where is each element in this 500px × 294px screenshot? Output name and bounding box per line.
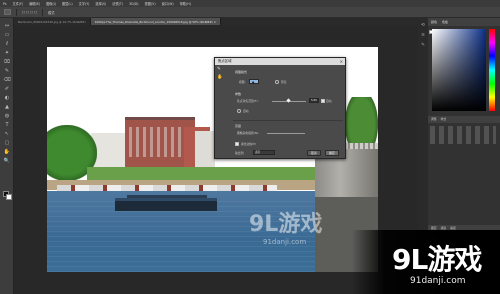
move-tool-icon[interactable]: ↔: [3, 22, 11, 29]
options-divider: [16, 8, 17, 16]
dialog-tool-strip: ✎ ✋: [216, 66, 226, 96]
color-panel-header: 颜色 色板: [428, 18, 500, 26]
dialog-close-icon[interactable]: ×: [340, 58, 343, 65]
focus-range-auto-checkbox[interactable]: [321, 99, 325, 103]
menu-item-help[interactable]: 帮助(H): [180, 1, 191, 6]
color-picker-field[interactable]: [432, 29, 486, 111]
menu-item-layer[interactable]: 图层(L): [62, 1, 73, 6]
soften-edge-label: 柔化边缘(E): [241, 142, 257, 146]
view-thumbnail-select[interactable]: ●: [249, 79, 259, 84]
eyedropper-tool-icon[interactable]: ✎: [3, 67, 11, 74]
focus-range-label: 焦点对焦范围(F):: [237, 99, 259, 103]
mode-label: 模式: [48, 10, 55, 15]
focus-range-auto-label: 自动: [326, 99, 332, 103]
menu-item-file[interactable]: 文件(F): [13, 1, 24, 6]
quick-select-tool-icon[interactable]: ✦: [3, 49, 11, 56]
menu-bar: Ps 文件(F) 编辑(E) 图像(I) 图层(L) 文字(Y) 选择(S) 滤…: [0, 0, 500, 7]
watermark-logo: 9L游戏: [392, 243, 482, 276]
view-label: 视图:: [239, 80, 246, 84]
menu-item-type[interactable]: 文字(Y): [79, 1, 90, 6]
adjustments-panel-header: 调整 样式: [428, 116, 500, 123]
brush-tool-icon[interactable]: ✐: [3, 85, 11, 92]
swatches-tab[interactable]: 色板: [442, 20, 448, 24]
menu-item-image[interactable]: 图像(I): [46, 1, 56, 6]
image-lawn: [87, 167, 327, 181]
dialog-title: 焦点区域: [215, 58, 345, 65]
menu-item-window[interactable]: 窗口(W): [162, 1, 174, 6]
properties-icon[interactable]: ≡: [419, 32, 427, 39]
menu-item-filter[interactable]: 滤镜(T): [112, 1, 123, 6]
document-tab-active[interactable]: 1000px-The_Thames_Riverside_Richmond_Lon…: [90, 18, 222, 25]
background-color-swatch[interactable]: [6, 194, 12, 200]
noise-auto-label: 自动: [243, 109, 249, 113]
ok-button[interactable]: 确定: [325, 150, 339, 156]
document-tab[interactable]: Bambuzul_80609104346.jpg @ 16.7% (RGB/8#…: [14, 18, 91, 25]
brush-panel-icon[interactable]: ✎: [419, 42, 427, 49]
color-tab[interactable]: 颜色: [431, 20, 437, 24]
menu-item-app[interactable]: Ps: [3, 2, 7, 6]
zoom-tool-icon[interactable]: 🔍: [3, 157, 11, 164]
view-mode-label: 视图模式: [235, 70, 248, 74]
dodge-tool-icon[interactable]: ◐: [3, 94, 11, 101]
tab-styles[interactable]: 样式: [441, 116, 447, 123]
menu-item-3d[interactable]: 3D(D): [129, 2, 138, 6]
healing-tool-icon[interactable]: ⌫: [3, 76, 11, 83]
noise-auto-checkbox[interactable]: [237, 109, 241, 113]
advanced-label: 高级: [235, 124, 242, 128]
preview-label: 预览: [281, 80, 287, 84]
soften-edge-checkbox[interactable]: [235, 142, 239, 146]
watermark-center-logo: 9L游戏: [249, 212, 323, 237]
focus-range-field[interactable]: 5.80: [309, 98, 319, 103]
sharpen-tool-icon[interactable]: ▲: [3, 103, 11, 110]
focus-area-dialog: 焦点区域 × ✎ ✋ 视图模式 视图: ● 预览 参数 焦点对焦范围(F): 5…: [214, 57, 346, 159]
hand-tool-icon[interactable]: ✋: [3, 148, 11, 155]
hand-icon[interactable]: ✋: [217, 75, 224, 81]
lasso-tool-icon[interactable]: ℓ: [3, 40, 11, 47]
options-divider: [42, 8, 44, 16]
preview-checkbox[interactable]: [275, 80, 279, 84]
menu-item-edit[interactable]: 编辑(E): [29, 1, 40, 6]
menu-item-view[interactable]: 视图(V): [145, 1, 156, 6]
watermark-center: 9L游戏 91danji.com: [249, 206, 341, 246]
image-narrowboat: [115, 198, 217, 211]
document-tab-bar: Bambuzul_80609104346.jpg @ 16.7% (RGB/8#…: [14, 18, 418, 25]
tools-panel: ↔ ▭ ℓ ✦ ⌧ ✎ ⌫ ✐ ◐ ▲ ◍ T ↖ ▢ ✋ 🔍: [0, 18, 14, 294]
type-tool-icon[interactable]: T: [3, 121, 11, 128]
noise-level-slider[interactable]: [267, 133, 305, 134]
output-to-label: 输出到:: [235, 151, 245, 155]
marquee-tool-icon[interactable]: ▭: [3, 31, 11, 38]
dialog-divider: [233, 120, 343, 121]
hue-slider[interactable]: [489, 29, 495, 111]
output-to-select[interactable]: 选区: [253, 150, 275, 155]
cancel-button[interactable]: 取消: [307, 150, 321, 156]
watermark-url: 91danji.com: [410, 276, 466, 286]
selection-mode-buttons[interactable]: □ □ □ □: [22, 10, 37, 14]
shape-tool-icon[interactable]: ▢: [3, 139, 11, 146]
params-label: 参数: [235, 92, 242, 96]
menu-item-select[interactable]: 选择(S): [95, 1, 106, 6]
image-building: [195, 131, 215, 167]
tab-adjustments[interactable]: 调整: [431, 116, 437, 123]
tool-preset-icon[interactable]: [4, 9, 11, 15]
image-building-windows: [129, 127, 191, 157]
noise-level-label: 图像杂色级别(N):: [237, 131, 259, 135]
options-bar: □ □ □ □ 模式: [0, 7, 500, 18]
path-select-tool-icon[interactable]: ↖: [3, 130, 11, 137]
focus-add-brush-icon[interactable]: ✎: [217, 67, 224, 73]
blur-tool-icon[interactable]: ◍: [3, 112, 11, 119]
adjustment-icons[interactable]: [430, 126, 496, 144]
crop-tool-icon[interactable]: ⌧: [3, 58, 11, 65]
watermark-center-url: 91danji.com: [263, 238, 307, 246]
history-icon[interactable]: ⟲: [419, 22, 427, 29]
